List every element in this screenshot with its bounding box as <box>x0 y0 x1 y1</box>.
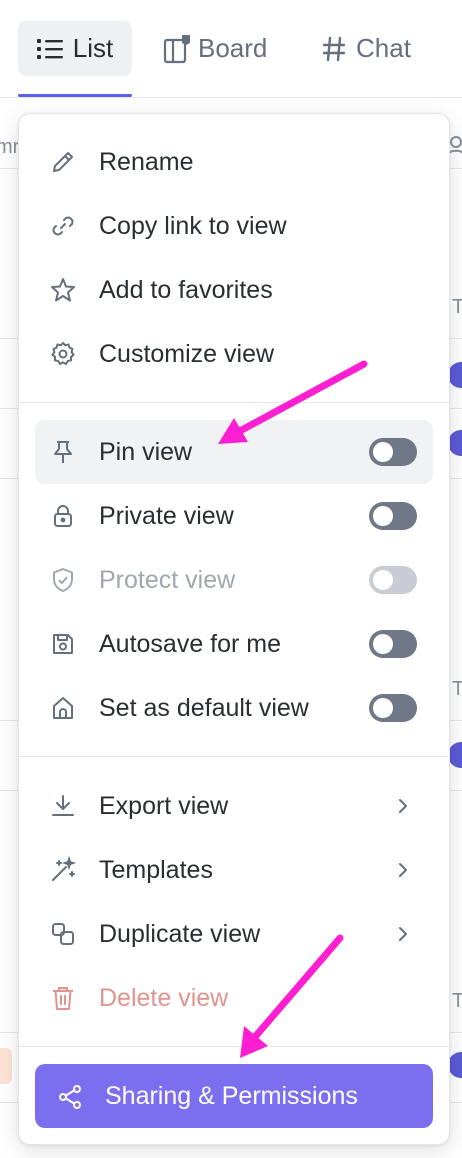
chevron-right-icon <box>391 858 415 882</box>
protect-view-toggle[interactable] <box>369 566 417 594</box>
menu-item-add-to-favorites[interactable]: Add to favorites <box>35 258 433 322</box>
view-tabs-bar: List Board Chat <box>0 0 462 98</box>
star-icon <box>49 276 77 304</box>
duplicate-icon <box>49 920 77 948</box>
gear-icon <box>49 340 77 368</box>
tab-list-label: List <box>72 33 114 63</box>
home-icon <box>49 694 77 722</box>
tab-board-label: Board <box>198 33 268 63</box>
menu-item-autosave[interactable]: Autosave for me <box>35 612 433 676</box>
menu-item-label: Pin view <box>99 438 193 466</box>
pencil-icon <box>49 148 77 176</box>
menu-item-set-default-view[interactable]: Set as default view <box>35 676 433 740</box>
tab-chat-label: Chat <box>356 33 411 63</box>
menu-item-label: Protect view <box>99 566 236 594</box>
menu-item-label: Rename <box>99 148 194 176</box>
shield-icon <box>49 566 77 594</box>
pin-view-toggle[interactable] <box>369 438 417 466</box>
autosave-toggle[interactable] <box>369 630 417 658</box>
menu-item-rename[interactable]: Rename <box>35 130 433 194</box>
menu-item-private-view[interactable]: Private view <box>35 484 433 548</box>
menu-item-label: Delete view <box>99 984 229 1012</box>
download-icon <box>49 792 77 820</box>
table-row-badge <box>448 362 462 388</box>
table-header-fragment: mr <box>0 136 20 158</box>
menu-divider <box>19 756 449 757</box>
menu-divider <box>19 1046 449 1047</box>
private-view-toggle[interactable] <box>369 502 417 530</box>
pin-icon <box>49 438 77 466</box>
menu-item-templates[interactable]: Templates <box>35 838 433 902</box>
menu-item-delete-view[interactable]: Delete view <box>35 966 433 1030</box>
chevron-right-icon <box>391 922 415 946</box>
tab-list[interactable]: List <box>18 21 132 76</box>
save-icon <box>49 630 77 658</box>
menu-item-label: Templates <box>99 856 213 884</box>
status-chip <box>0 1048 12 1084</box>
table-row-badge <box>448 430 462 456</box>
tab-board[interactable]: Board <box>162 21 267 76</box>
menu-item-label: Set as default view <box>99 694 309 722</box>
chevron-right-icon <box>391 794 415 818</box>
menu-divider <box>19 402 449 403</box>
sharing-permissions-button[interactable]: Sharing & Permissions <box>35 1064 433 1128</box>
sharing-permissions-label: Sharing & Permissions <box>105 1082 358 1110</box>
view-options-menu: Rename Copy link to view Add to favorite… <box>18 113 450 1145</box>
menu-item-copy-link[interactable]: Copy link to view <box>35 194 433 258</box>
table-cell-fragment: T <box>452 296 462 318</box>
menu-item-customize-view[interactable]: Customize view <box>35 322 433 386</box>
link-icon <box>49 212 77 240</box>
table-cell-fragment: T <box>452 990 462 1012</box>
tab-chat[interactable]: Chat <box>322 21 411 76</box>
board-icon <box>162 33 192 65</box>
menu-item-label: Export view <box>99 792 229 820</box>
active-tab-indicator <box>18 94 132 97</box>
hash-icon <box>322 36 346 62</box>
trash-icon <box>49 984 77 1012</box>
menu-item-label: Add to favorites <box>99 276 273 304</box>
table-cell-fragment: T <box>452 678 462 700</box>
magic-wand-icon <box>49 856 77 884</box>
menu-item-protect-view[interactable]: Protect view <box>35 548 433 612</box>
menu-item-label: Copy link to view <box>99 212 287 240</box>
table-row-badge <box>448 1052 462 1078</box>
menu-item-label: Duplicate view <box>99 920 261 948</box>
share-icon <box>57 1084 83 1110</box>
menu-item-pin-view[interactable]: Pin view <box>35 420 433 484</box>
set-default-view-toggle[interactable] <box>369 694 417 722</box>
menu-item-label: Customize view <box>99 340 275 368</box>
menu-item-export-view[interactable]: Export view <box>35 774 433 838</box>
table-row-badge <box>448 742 462 768</box>
menu-item-label: Autosave for me <box>99 630 282 658</box>
menu-item-label: Private view <box>99 502 234 530</box>
lock-icon <box>49 502 77 530</box>
menu-item-duplicate-view[interactable]: Duplicate view <box>35 902 433 966</box>
list-icon <box>36 38 63 60</box>
